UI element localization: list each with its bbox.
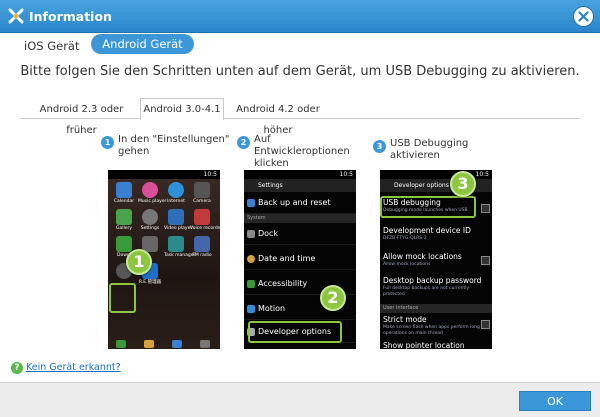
app-video-player: Video player bbox=[164, 209, 192, 232]
settings-row-date-time: Date and time bbox=[244, 248, 356, 270]
app-voice-recorder: Voice recorder bbox=[190, 209, 220, 232]
footer-bar bbox=[0, 382, 600, 417]
settings-section-system: System bbox=[244, 214, 356, 223]
title-bar: Information bbox=[0, 0, 600, 33]
step-3: 3 USB Debugging aktivieren bbox=[373, 138, 513, 161]
dev-item-device-id: Development device ID DFZB-FTYG-QLRS-2 bbox=[383, 226, 471, 241]
radio-icon bbox=[194, 236, 210, 252]
step-number-icon: 2 bbox=[237, 136, 250, 149]
checkbox-icon bbox=[481, 256, 490, 265]
app-music-player: Music player bbox=[138, 182, 166, 205]
tab-android-device[interactable]: Android Gerät bbox=[91, 34, 194, 54]
app-camera: Camera bbox=[190, 182, 214, 205]
close-button[interactable] bbox=[573, 6, 594, 27]
app-internet: Internet bbox=[164, 182, 188, 205]
app-settings-small: Settings bbox=[138, 209, 162, 232]
tab-ios-device[interactable]: iOS Gerät bbox=[24, 39, 79, 53]
step-2: 2 Auf Entwickleroptionen klicken bbox=[237, 134, 367, 169]
step-2-line-1: Auf Entwickleroptionen bbox=[254, 134, 350, 157]
task-icon bbox=[168, 236, 184, 252]
checkbox-icon bbox=[481, 204, 490, 213]
apps-icon bbox=[200, 340, 210, 348]
download-icon bbox=[116, 236, 132, 252]
step-3-line-1: USB Debugging aktivieren bbox=[390, 138, 469, 161]
step-2-line-2: klicken bbox=[254, 158, 289, 169]
app-task-manager: Task manager bbox=[164, 236, 195, 259]
dev-item-pointer-location: Show pointer location bbox=[383, 341, 465, 349]
badge-step-2: 2 bbox=[320, 285, 346, 311]
phone-screenshot-home: 10:5 Calendar Music player Internet Came… bbox=[108, 170, 220, 349]
highlight-developer-options bbox=[248, 321, 342, 343]
step-1-line-2: gehen bbox=[118, 146, 150, 157]
settings-row-backup: Back up and reset bbox=[244, 192, 356, 214]
badge-step-3: 3 bbox=[450, 171, 476, 197]
instruction-text: Bitte folgen Sie den Schritten unten auf… bbox=[20, 64, 580, 79]
gallery-icon bbox=[116, 209, 132, 225]
dev-item-strict-mode: Strict mode Make screen flash when apps … bbox=[380, 315, 492, 337]
contacts-icon bbox=[144, 340, 154, 348]
settings-title: Settings bbox=[244, 179, 356, 192]
phone-icon bbox=[116, 340, 126, 348]
gear-icon bbox=[142, 209, 158, 225]
dock-bar bbox=[108, 338, 220, 349]
messages-icon bbox=[172, 340, 182, 348]
no-device-detected-link[interactable]: Kein Gerät erkannt? bbox=[26, 362, 121, 373]
highlight-settings-app bbox=[109, 283, 136, 313]
dev-section-user-interface: User interface bbox=[380, 304, 492, 313]
highlight-usb-debugging bbox=[380, 196, 476, 218]
status-bar-time: 10:5 bbox=[380, 170, 492, 179]
video-icon bbox=[168, 209, 184, 225]
help-icon: ? bbox=[11, 362, 23, 374]
close-icon bbox=[578, 11, 589, 22]
app-logo-icon bbox=[8, 8, 24, 24]
clock-icon bbox=[247, 255, 255, 263]
app-gallery: Gallery bbox=[112, 209, 136, 232]
window-title: Information bbox=[29, 9, 112, 24]
step-1-line-1: In den "Einstellungen" bbox=[118, 134, 230, 145]
dev-item-mock-locations: Allow mock locations Allow mock location… bbox=[380, 252, 492, 268]
settings-row-dock: Dock bbox=[244, 223, 356, 245]
tab-android-2-3[interactable]: Android 2.3 oder früher bbox=[23, 98, 140, 136]
camera-icon bbox=[194, 182, 210, 198]
status-bar-time: 10:5 bbox=[244, 170, 356, 179]
motion-icon bbox=[247, 305, 255, 313]
tab-android-3-0-4-1[interactable]: Android 3.0-4.1 bbox=[140, 98, 224, 120]
tab-android-4-2[interactable]: Android 4.2 oder höher bbox=[224, 98, 332, 136]
step-number-icon: 3 bbox=[373, 140, 386, 153]
badge-step-1: 1 bbox=[126, 249, 152, 275]
globe-icon bbox=[168, 182, 184, 198]
backup-icon bbox=[247, 199, 255, 207]
app-fm-radio: FM radio bbox=[190, 236, 214, 259]
microphone-icon bbox=[194, 209, 210, 225]
status-bar-time: 10:5 bbox=[108, 170, 220, 179]
version-tabstrip: Android 2.3 oder früher Android 3.0-4.1 … bbox=[20, 98, 580, 136]
ok-button[interactable]: OK bbox=[519, 391, 591, 411]
calendar-icon bbox=[116, 182, 132, 198]
step-number-icon: 1 bbox=[101, 136, 114, 149]
checkbox-icon bbox=[481, 320, 490, 329]
dev-item-backup-password: Desktop backup password Full desktop bac… bbox=[383, 276, 482, 297]
step-1: 1 In den "Einstellungen" gehen bbox=[101, 134, 231, 162]
dock-icon bbox=[247, 230, 255, 238]
app-calendar: Calendar bbox=[112, 182, 136, 205]
accessibility-icon bbox=[247, 280, 255, 288]
music-icon bbox=[142, 182, 158, 198]
